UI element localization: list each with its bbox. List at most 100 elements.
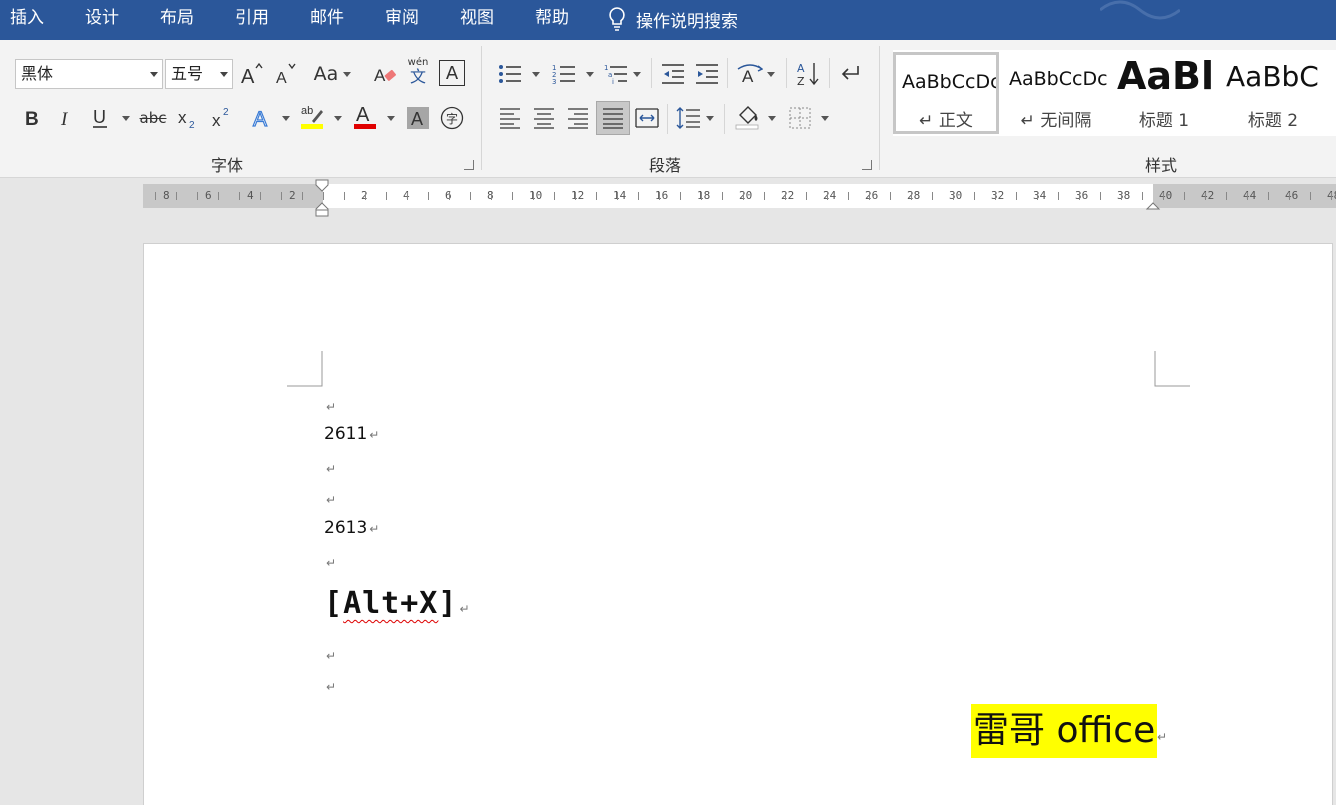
font-dialog-launcher-icon[interactable] — [464, 160, 474, 170]
align-left-button[interactable] — [496, 103, 524, 133]
align-center-button[interactable] — [530, 103, 558, 133]
font-color-button[interactable]: A — [350, 101, 380, 131]
align-right-button[interactable] — [564, 103, 592, 133]
chevron-down-icon[interactable] — [821, 116, 829, 121]
svg-text:A: A — [356, 104, 370, 126]
svg-text:i: i — [612, 78, 614, 85]
numbering-button[interactable]: 123 — [550, 59, 578, 89]
decrease-indent-button[interactable] — [659, 59, 687, 89]
justify-button[interactable] — [596, 101, 630, 135]
show-marks-button[interactable] — [836, 59, 864, 89]
borders-button[interactable] — [786, 103, 814, 133]
shrink-font-button[interactable]: A — [271, 59, 299, 89]
menu-mailings[interactable]: 邮件 — [310, 8, 344, 28]
tell-me-search[interactable]: 操作说明搜索 — [606, 6, 738, 32]
chevron-down-icon[interactable] — [706, 116, 714, 121]
grow-font-button[interactable]: A — [237, 59, 265, 89]
underline-icon: U — [93, 107, 107, 128]
menu-design[interactable]: 设计 — [85, 8, 119, 28]
text-direction-button[interactable]: A — [736, 59, 764, 89]
empty-paragraph[interactable]: ↵ — [324, 396, 336, 416]
svg-text:A: A — [797, 62, 805, 75]
menu-insert[interactable]: 插入 — [10, 8, 44, 28]
menu-review[interactable]: 审阅 — [385, 8, 419, 28]
italic-icon: I — [60, 109, 69, 129]
empty-paragraph[interactable]: ↵ — [324, 458, 336, 478]
chevron-down-icon[interactable] — [343, 72, 351, 77]
chevron-down-icon[interactable] — [334, 116, 342, 121]
chevron-down-icon[interactable] — [532, 72, 540, 77]
paragraph-dialog-launcher-icon[interactable] — [862, 160, 872, 170]
ruler-number: 8 — [163, 189, 170, 202]
menu-references[interactable]: 引用 — [235, 8, 269, 28]
shading-button[interactable] — [732, 101, 762, 131]
text-effects-button[interactable]: A — [248, 103, 278, 133]
paragraph-2611[interactable]: 2611 ↵ — [324, 424, 379, 444]
multilevel-list-button[interactable]: 1ai — [602, 59, 630, 89]
chevron-down-icon[interactable] — [767, 72, 775, 77]
menu-view[interactable]: 视图 — [460, 8, 494, 28]
change-case-button[interactable]: Aa — [311, 59, 341, 89]
font-name-combo[interactable]: 黑体 — [15, 59, 163, 89]
group-separator — [481, 46, 482, 170]
ruler-tick — [386, 192, 387, 200]
ruler-tick — [1247, 192, 1248, 200]
font-size-combo[interactable]: 五号 — [165, 59, 233, 89]
chevron-down-icon[interactable] — [768, 116, 776, 121]
character-shading-button[interactable]: A — [405, 103, 431, 133]
empty-paragraph[interactable]: ↵ — [324, 552, 336, 572]
paragraph-2613[interactable]: 2613 ↵ — [324, 518, 379, 538]
eraser-icon: A — [374, 66, 396, 85]
chevron-down-icon[interactable] — [150, 72, 158, 77]
menu-layout[interactable]: 布局 — [160, 8, 194, 28]
phonetic-guide-button[interactable]: wén 文 — [404, 57, 432, 87]
style-normal[interactable]: AaBbCcDc ↵ 正文 — [893, 52, 999, 134]
enclose-characters-button[interactable]: 字 — [438, 103, 466, 133]
paragraph-mark: ↵ — [1157, 730, 1168, 744]
svg-text:A: A — [742, 67, 754, 85]
distributed-button[interactable] — [633, 103, 661, 133]
bullets-button[interactable] — [496, 59, 524, 89]
line-spacing-button[interactable] — [674, 103, 702, 133]
document-page[interactable]: ↵ 2611 ↵ ↵ ↵ 2613 ↵ ↵ [Alt+X] ↵ ↵ ↵ 雷哥 offi… — [143, 243, 1333, 805]
bold-button[interactable]: B — [18, 103, 46, 133]
superscript-button[interactable]: x2 — [208, 103, 236, 133]
superscript-icon: x2 — [212, 107, 229, 130]
grow-font-icon: A — [241, 62, 263, 86]
sort-button[interactable]: AZ — [794, 59, 822, 89]
ruler-tick — [1268, 192, 1269, 200]
italic-button[interactable]: I — [52, 103, 80, 133]
indent-marker-icon[interactable] — [314, 179, 330, 217]
subscript-button[interactable]: x2 — [174, 103, 202, 133]
style-no-spacing[interactable]: AaBbCcDc ↵ 无间隔 — [1003, 52, 1109, 134]
ruler-tick — [932, 192, 933, 200]
empty-paragraph[interactable]: ↵ — [324, 489, 336, 509]
menu-help[interactable]: 帮助 — [535, 8, 569, 28]
style-heading-2[interactable]: AaBbC 标题 2 — [1220, 52, 1326, 134]
increase-indent-button[interactable] — [693, 59, 721, 89]
chevron-down-icon[interactable] — [220, 72, 228, 77]
chevron-down-icon[interactable] — [282, 116, 290, 121]
chevron-down-icon[interactable] — [387, 116, 395, 121]
chevron-down-icon[interactable] — [633, 72, 641, 77]
ruler-tick — [1037, 192, 1038, 200]
paragraph-group-label: 段落 — [649, 156, 682, 175]
underline-button[interactable]: U — [86, 103, 114, 133]
chevron-down-icon[interactable] — [122, 116, 130, 121]
empty-paragraph[interactable]: ↵ — [324, 645, 336, 665]
style-heading-1[interactable]: AaBl 标题 1 — [1111, 52, 1217, 134]
strikethrough-button[interactable]: abc — [138, 103, 168, 133]
character-border-button[interactable]: A — [439, 60, 465, 86]
sort-icon: AZ — [797, 62, 819, 87]
right-indent-marker-icon[interactable] — [1145, 195, 1161, 211]
highlight-color-button[interactable]: ab — [296, 101, 328, 131]
ruler-number: 44 — [1243, 189, 1257, 202]
ruler-tick — [722, 192, 723, 200]
chevron-down-icon[interactable] — [586, 72, 594, 77]
clear-formatting-button[interactable]: A — [371, 59, 399, 89]
ruler-number: 16 — [655, 189, 669, 202]
decorative-pattern-icon — [1100, 0, 1180, 20]
paragraph-alt-x[interactable]: [Alt+X] ↵ — [324, 586, 470, 621]
empty-paragraph[interactable]: ↵ — [324, 676, 336, 696]
shrink-font-icon: A — [276, 63, 296, 86]
